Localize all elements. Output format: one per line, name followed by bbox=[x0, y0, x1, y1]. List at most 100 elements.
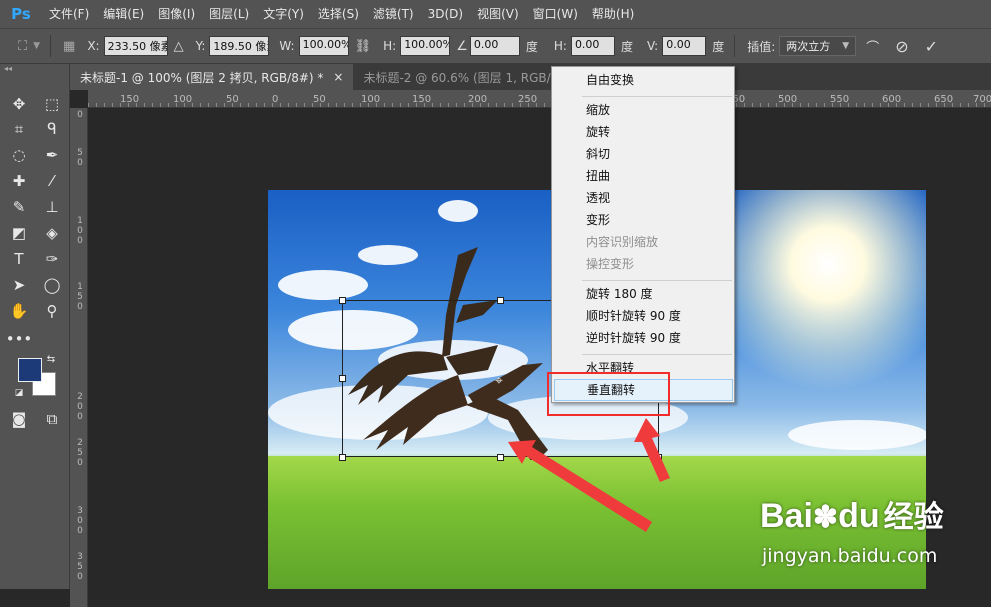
width-input[interactable]: 100.00% bbox=[298, 36, 349, 56]
menu-layer[interactable]: 图层(L) bbox=[202, 0, 256, 28]
chevron-down-icon[interactable]: ▼ bbox=[33, 41, 40, 51]
ruler-label: 600 bbox=[882, 94, 902, 105]
w-label: W: bbox=[279, 39, 295, 53]
pen-tool-icon[interactable]: ✑ bbox=[40, 248, 64, 270]
ruler-label: 2 5 0 bbox=[77, 438, 83, 468]
quick-select-tool-icon[interactable]: ◌ bbox=[7, 144, 31, 166]
menu-window[interactable]: 窗口(W) bbox=[526, 0, 585, 28]
menu-select[interactable]: 选择(S) bbox=[311, 0, 366, 28]
ruler-label: 1 0 0 bbox=[77, 216, 83, 246]
ruler-label: 5 0 bbox=[77, 148, 83, 168]
hand-tool-icon[interactable]: ✋ bbox=[7, 300, 31, 322]
paint-bucket-tool-icon[interactable]: ◈ bbox=[40, 222, 64, 244]
cloud bbox=[788, 420, 926, 450]
transform-handle-top-left[interactable] bbox=[339, 297, 346, 304]
menu-3d[interactable]: 3D(D) bbox=[421, 0, 470, 28]
stamp-tool-icon[interactable]: ⊥ bbox=[40, 196, 64, 218]
ruler-label: 2 0 0 bbox=[77, 392, 83, 422]
brush-tool-icon[interactable]: ✎ bbox=[7, 196, 31, 218]
cancel-transform-icon[interactable]: ⊘ bbox=[895, 37, 908, 56]
height-input[interactable]: 100.00% bbox=[400, 36, 451, 56]
y-position-input[interactable]: 189.50 像素 bbox=[209, 36, 270, 56]
interpolation-select[interactable]: 两次立方 ▼ bbox=[779, 36, 857, 56]
tab-label: 未标题-1 @ 100% (图层 2 拷贝, RGB/8#) * bbox=[80, 70, 324, 85]
warp-mode-icon[interactable]: ⌒ bbox=[866, 37, 879, 56]
crop-tool-icon[interactable]: ⌗ bbox=[7, 118, 31, 140]
transform-handle-middle-left[interactable] bbox=[339, 375, 346, 382]
healing-brush-tool-icon[interactable]: ✚ bbox=[7, 170, 31, 192]
reference-point-icon[interactable]: ▦ bbox=[63, 39, 75, 54]
menu-filter[interactable]: 滤镜(T) bbox=[366, 0, 421, 28]
menu-item-free-transform[interactable]: 自由变换 bbox=[552, 69, 734, 91]
collapse-panel-icon[interactable]: ◂◂ bbox=[0, 64, 69, 74]
vertical-ruler[interactable]: 0 5 0 1 0 0 1 5 0 2 0 0 2 5 0 3 0 0 3 5 … bbox=[70, 108, 88, 607]
close-icon[interactable]: × bbox=[333, 70, 343, 84]
transform-handle-top-center[interactable] bbox=[497, 297, 504, 304]
menu-image[interactable]: 图像(I) bbox=[151, 0, 202, 28]
ruler-label: 0 bbox=[272, 94, 279, 105]
menu-item-rotate-90-cw[interactable]: 顺时针旋转 90 度 bbox=[552, 305, 734, 327]
separator bbox=[50, 35, 52, 57]
menu-separator bbox=[582, 354, 732, 355]
default-colors-icon[interactable]: ◪ bbox=[12, 386, 26, 400]
swap-colors-icon[interactable]: ⇆ bbox=[44, 352, 58, 366]
menu-type[interactable]: 文字(Y) bbox=[256, 0, 311, 28]
h-skew-input[interactable]: 0.00 bbox=[570, 36, 615, 56]
foreground-color-swatch[interactable] bbox=[18, 358, 42, 382]
link-icon[interactable]: ⛓ bbox=[355, 39, 372, 54]
h-skew-label: H: bbox=[553, 39, 567, 53]
menu-item-scale[interactable]: 缩放 bbox=[552, 99, 734, 121]
ruler-label: 150 bbox=[120, 94, 140, 105]
more-tools-icon[interactable]: ••• bbox=[6, 328, 33, 350]
delta-icon[interactable]: △ bbox=[174, 39, 184, 54]
watermark-brand-tail: du bbox=[838, 497, 880, 535]
ruler-label: 50 bbox=[226, 94, 239, 105]
type-tool-icon[interactable]: T bbox=[7, 248, 31, 270]
tab-document-1[interactable]: 未标题-1 @ 100% (图层 2 拷贝, RGB/8#) * × bbox=[70, 64, 354, 90]
transform-handle-bottom-left[interactable] bbox=[339, 454, 346, 461]
menu-view[interactable]: 视图(V) bbox=[470, 0, 526, 28]
menu-item-rotate[interactable]: 旋转 bbox=[552, 121, 734, 143]
color-replace-tool-icon[interactable]: ⁄ bbox=[40, 170, 64, 192]
menu-file[interactable]: 文件(F) bbox=[42, 0, 96, 28]
menu-item-perspective[interactable]: 透视 bbox=[552, 187, 734, 209]
transform-center-point-icon[interactable]: ⌖ bbox=[495, 373, 503, 389]
menu-edit[interactable]: 编辑(E) bbox=[96, 0, 151, 28]
document-tabs: 未标题-1 @ 100% (图层 2 拷贝, RGB/8#) * × 未标题-2… bbox=[70, 64, 991, 90]
menu-help[interactable]: 帮助(H) bbox=[585, 0, 641, 28]
ruler-label: 100 bbox=[361, 94, 381, 105]
path-select-tool-icon[interactable]: ➤ bbox=[7, 274, 31, 296]
menu-bar: Ps 文件(F) 编辑(E) 图像(I) 图层(L) 文字(Y) 选择(S) 滤… bbox=[0, 0, 991, 28]
screen-mode-icon[interactable]: ⧉ bbox=[40, 408, 64, 430]
chevron-down-icon: ▼ bbox=[842, 41, 850, 51]
ruler-label: 550 bbox=[830, 94, 850, 105]
interpolation-label: 插值: bbox=[747, 39, 776, 54]
ellipse-tool-icon[interactable]: ◯ bbox=[40, 274, 64, 296]
menu-item-rotate-180[interactable]: 旋转 180 度 bbox=[552, 283, 734, 305]
marquee-tool-icon[interactable]: ⬚ bbox=[40, 93, 64, 115]
baidu-watermark: Bai✽du 经验 bbox=[760, 492, 944, 536]
menu-item-warp[interactable]: 变形 bbox=[552, 209, 734, 231]
cloud bbox=[438, 200, 478, 222]
h-label: H: bbox=[383, 39, 397, 53]
watermark-url: jingyan.baidu.com bbox=[762, 545, 938, 567]
x-position-input[interactable]: 233.50 像素 bbox=[103, 36, 168, 56]
v-skew-input[interactable]: 0.00 bbox=[662, 36, 707, 56]
eyedropper-tool-icon[interactable]: ✒ bbox=[40, 144, 64, 166]
rotate-angle-input[interactable]: 0.00 bbox=[469, 36, 520, 56]
ruler-label: 1 5 0 bbox=[77, 282, 83, 312]
menu-item-skew[interactable]: 斜切 bbox=[552, 143, 734, 165]
move-tool-icon[interactable]: ✥ bbox=[7, 93, 31, 115]
quick-mask-icon[interactable]: ◙ bbox=[7, 408, 31, 430]
arrow-left-icon bbox=[508, 440, 652, 532]
zoom-tool-icon[interactable]: ⚲ bbox=[40, 300, 64, 322]
transform-tool-icon[interactable]: ⛶ bbox=[18, 39, 27, 54]
horizontal-ruler[interactable]: 150 100 50 0 50 100 150 200 250 300 350 … bbox=[88, 90, 991, 108]
eraser-tool-icon[interactable]: ◩ bbox=[7, 222, 31, 244]
v-skew-label: V: bbox=[646, 39, 659, 53]
menu-separator bbox=[582, 280, 732, 281]
menu-item-rotate-90-ccw[interactable]: 逆时针旋转 90 度 bbox=[552, 327, 734, 349]
lasso-tool-icon[interactable]: ᑫ bbox=[40, 118, 64, 140]
menu-item-distort[interactable]: 扭曲 bbox=[552, 165, 734, 187]
commit-transform-icon[interactable]: ✓ bbox=[925, 37, 938, 56]
